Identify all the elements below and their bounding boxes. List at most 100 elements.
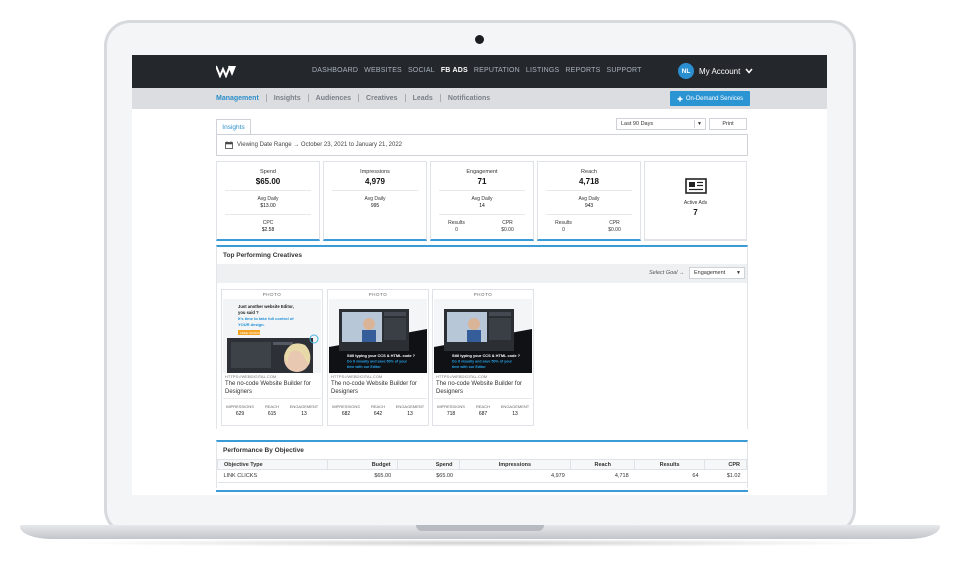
image-text-line: Still typing your CCS & HTML code ?	[452, 353, 521, 358]
spend-value: $65.00	[255, 177, 281, 186]
metric-label: IMPRESSIONS	[332, 404, 360, 409]
on-demand-services-button[interactable]: On-Demand Services	[670, 91, 750, 106]
insights-tab[interactable]: Insights	[216, 119, 251, 134]
section-title: Top Performing Creatives	[223, 252, 302, 259]
tab-leads[interactable]: Leads	[413, 95, 433, 102]
goal-select[interactable]: Engagement ▼	[689, 267, 745, 279]
top-navbar: DASHBOARD WEBSITES SOCIAL FB ADS REPUTAT…	[132, 55, 827, 88]
metric-label: IMPRESSIONS	[437, 404, 465, 409]
table-header-row: Objective Type Budget Spend Impressions …	[217, 459, 747, 470]
stats-row: Spend $65.00 Avg Daily $13.00 CPC $2.58 …	[216, 161, 748, 241]
metric-value: 718	[446, 411, 456, 417]
divider	[223, 398, 321, 399]
impressions-card: Impressions 4,979 Avg Daily 995	[323, 161, 427, 241]
date-range-select[interactable]: Last 90 Days ▼	[616, 118, 706, 130]
cpc-label: CPC	[262, 220, 274, 226]
nav-websites[interactable]: WEBSITES	[364, 67, 402, 74]
reach-card: Reach 4,718 Avg Daily 943 Results CPR 0 …	[537, 161, 641, 241]
brand-logo[interactable]	[216, 64, 236, 78]
column-header: Spend	[396, 459, 460, 470]
metric-value: 682	[341, 411, 351, 417]
tab-creatives[interactable]: Creatives	[366, 95, 398, 102]
metric-label: REACH	[370, 404, 385, 409]
creative-headline: The no-code Website Builder for Designer…	[331, 381, 417, 395]
divider	[307, 94, 309, 102]
creative-card[interactable]: PHOTO Just another website Editor, you s…	[221, 289, 323, 426]
top-creatives-section: Top Performing Creatives Select Goal → E…	[216, 245, 748, 429]
metric-value: 13	[301, 411, 307, 417]
active-ads-card: Active Ads 7	[644, 161, 747, 241]
calendar-icon	[225, 141, 233, 149]
creative-type: PHOTO	[473, 292, 493, 297]
avg-daily-value: 995	[370, 203, 380, 209]
tab-notifications[interactable]: Notifications	[448, 95, 490, 102]
tab-insights[interactable]: Insights	[274, 95, 301, 102]
results-value: 0	[562, 227, 565, 233]
column-header: Objective Type	[217, 459, 328, 470]
card-title: Engagement	[466, 169, 498, 175]
divider	[546, 190, 632, 191]
divider	[439, 214, 525, 215]
objective-table: Objective Type Budget Spend Impressions …	[217, 459, 747, 483]
tab-audiences[interactable]: Audiences	[316, 95, 351, 102]
image-text-line: Do it visually and save 50% of your	[452, 360, 513, 364]
divider	[358, 94, 360, 102]
nav-reports[interactable]: REPORTS	[565, 67, 600, 74]
divider	[439, 190, 525, 191]
creative-url: HTTPS://WEBDIGITAL.COM	[331, 374, 383, 379]
account-menu[interactable]: NL My Account	[678, 63, 753, 79]
image-text-line: YOUR design.	[238, 322, 265, 327]
creative-headline: The no-code Website Builder for Designer…	[225, 381, 311, 395]
image-text-line: Just another website Editor,	[238, 304, 294, 309]
engagement-metric: ENGAGEMENT 13	[394, 404, 426, 417]
divider	[439, 94, 441, 102]
tab-management[interactable]: Management	[216, 95, 259, 102]
image-text-line: Still typing your CCS & HTML code ?	[347, 353, 416, 358]
card-title: Spend	[260, 169, 276, 175]
results-label: Results	[448, 220, 465, 226]
engagement-metric: ENGAGEMENT 13	[288, 404, 320, 417]
cpr-label: CPR	[609, 220, 620, 226]
spend-card: Spend $65.00 Avg Daily $13.00 CPC $2.58	[216, 161, 320, 241]
creative-type: PHOTO	[262, 292, 282, 297]
divider	[265, 94, 267, 102]
select-goal-label: Select Goal →	[649, 270, 685, 276]
section-divider	[216, 490, 748, 492]
divider	[225, 214, 311, 215]
engagement-value: 71	[477, 177, 487, 186]
card-title: Reach	[581, 169, 597, 175]
nav-fb-ads[interactable]: FB ADS	[441, 67, 468, 74]
creative-card[interactable]: PHOTO Still typing your CCS & HTML code …	[432, 289, 534, 426]
metric-value: 642	[373, 411, 383, 417]
table-cell: LINK CLICKS	[217, 469, 328, 483]
table-cell: $65.00	[397, 469, 460, 483]
impressions-metric: IMPRESSIONS 629	[224, 404, 256, 417]
table-row: LINK CLICKS $65.00 $65.00 4,979 4,718 64…	[217, 469, 747, 483]
plus-icon	[677, 96, 683, 101]
camera-dot	[475, 35, 484, 44]
nav-support[interactable]: SUPPORT	[607, 67, 642, 74]
laptop-shadow	[60, 539, 900, 547]
avg-daily-label: Avg Daily	[471, 196, 493, 202]
impressions-metric: IMPRESSIONS 682	[330, 404, 362, 417]
nav-listings[interactable]: LISTINGS	[526, 67, 560, 74]
nav-social[interactable]: SOCIAL	[408, 67, 435, 74]
column-header: CPR	[704, 459, 747, 470]
print-button[interactable]: Print	[709, 118, 747, 130]
avg-daily-value: 14	[479, 203, 485, 209]
nav-dashboard[interactable]: DASHBOARD	[312, 67, 358, 74]
cpr-value: $0.00	[608, 227, 621, 233]
impressions-value: 4,979	[364, 177, 386, 186]
avg-daily-label: Avg Daily	[257, 196, 279, 202]
reach-value: 4,718	[578, 177, 600, 186]
nav-reputation[interactable]: REPUTATION	[474, 67, 520, 74]
date-range-value: Last 90 Days	[621, 121, 654, 127]
engagement-metric: ENGAGEMENT 13	[499, 404, 531, 417]
creative-card[interactable]: PHOTO Still typing your CCS & HTML code …	[327, 289, 429, 426]
divider	[546, 214, 632, 215]
table-cell: $1.02	[704, 469, 747, 483]
creative-image: Still typing your CCS & HTML code ? Do i…	[329, 299, 427, 373]
metric-label: REACH	[475, 404, 490, 409]
column-header: Budget	[326, 459, 398, 470]
divider	[225, 190, 311, 191]
